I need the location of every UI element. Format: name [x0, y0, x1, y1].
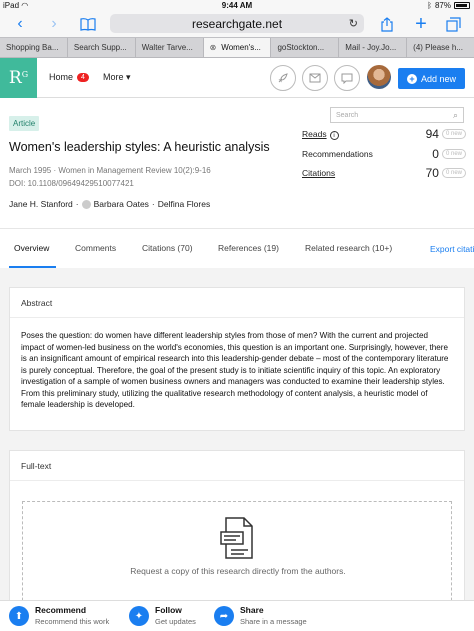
- battery-status: ᛒ 87%: [427, 1, 470, 10]
- back-button[interactable]: ‹: [10, 14, 30, 34]
- stat-citations: Citations 70 0 new: [302, 166, 466, 180]
- author-link[interactable]: Delfina Flores: [158, 199, 210, 209]
- page-tabs: Overview Comments Citations (70) Referen…: [0, 228, 474, 268]
- plus-icon: +: [406, 73, 417, 84]
- search-icon[interactable]: ⌕: [453, 110, 458, 121]
- info-icon[interactable]: i: [329, 130, 339, 140]
- article-meta: March 1995 · Women in Management Review …: [9, 164, 211, 190]
- site-header: RG Home 4 More ▾ + Add new: [0, 58, 474, 98]
- new-tab-icon[interactable]: +: [411, 13, 431, 35]
- add-new-button[interactable]: + Add new: [398, 68, 465, 89]
- author-list: Jane H. Stanford · Barbara Oates · Delfi…: [9, 199, 211, 209]
- clock: 9:44 AM: [221, 1, 253, 10]
- thumbs-up-icon: ⬆: [9, 606, 29, 626]
- stat-recommendations: Recommendations 0 0 new: [302, 147, 466, 161]
- nav-home[interactable]: Home 4: [49, 72, 89, 82]
- browser-tab[interactable]: (4) Please h...: [407, 38, 474, 57]
- document-request-icon: [220, 517, 253, 559]
- address-bar[interactable]: researchgate.net ↻: [110, 14, 364, 33]
- browser-tab[interactable]: Shopping Ba...: [0, 38, 68, 57]
- chevron-down-icon: ▾: [126, 72, 131, 82]
- close-tab-icon[interactable]: ⊗: [210, 43, 217, 52]
- battery-icon: [454, 2, 470, 9]
- browser-tab[interactable]: goStockton...: [271, 38, 340, 57]
- abstract-heading: Abstract: [10, 288, 464, 318]
- messages-icon[interactable]: [302, 65, 328, 91]
- bluetooth-icon: ᛒ: [427, 1, 432, 10]
- bookmarks-icon[interactable]: [78, 14, 98, 34]
- active-tab-indicator: [9, 266, 56, 268]
- nav-more[interactable]: More ▾: [103, 72, 131, 83]
- share-button[interactable]: ➦ Share Share in a message: [214, 605, 307, 626]
- tabs-overview-icon[interactable]: [443, 14, 463, 34]
- author-link[interactable]: Jane H. Stanford: [9, 199, 73, 209]
- browser-tab[interactable]: Walter Tarve...: [136, 38, 204, 57]
- bottom-action-bar: ⬆ Recommend Recommend this work ✦ Follow G…: [0, 600, 474, 631]
- rocket-icon[interactable]: [270, 65, 296, 91]
- url-text: researchgate.net: [191, 16, 283, 31]
- browser-tab[interactable]: Search Supp...: [68, 38, 136, 57]
- browser-toolbar: ‹ › researchgate.net ↻ +: [0, 11, 474, 37]
- tab-citations[interactable]: Citations (70): [142, 243, 193, 253]
- status-bar: iPad ◠ 9:44 AM ᛒ 87%: [0, 0, 474, 11]
- battery-percent: 87%: [434, 1, 451, 10]
- share-icon[interactable]: [377, 14, 397, 34]
- researchgate-logo[interactable]: RG: [0, 58, 37, 98]
- notification-badge: 4: [77, 72, 89, 82]
- new-count-badge: 0 new: [441, 168, 466, 178]
- follow-button[interactable]: ✦ Follow Get updates: [129, 605, 196, 626]
- new-count-badge: 0 new: [441, 129, 466, 139]
- chat-icon[interactable]: [334, 65, 360, 91]
- recommend-button[interactable]: ⬆ Recommend Recommend this work: [9, 605, 109, 626]
- forward-button[interactable]: ›: [44, 14, 64, 34]
- tab-related-research[interactable]: Related research (10+): [305, 243, 392, 253]
- share-arrow-icon: ➦: [214, 606, 234, 626]
- author-link[interactable]: Barbara Oates: [94, 199, 149, 209]
- browser-tab-active[interactable]: ⊗ Women's...: [203, 38, 272, 57]
- stat-reads: Reads i 94 0 new: [302, 127, 466, 141]
- article-type-badge: Article: [9, 116, 40, 131]
- tab-references[interactable]: References (19): [218, 243, 279, 253]
- browser-tabs: Shopping Ba... Search Supp... Walter Tar…: [0, 37, 474, 58]
- reload-icon[interactable]: ↻: [349, 17, 358, 30]
- abstract-text: Poses the question: do women have differ…: [21, 331, 449, 409]
- tab-comments[interactable]: Comments: [75, 243, 116, 253]
- fulltext-card: Full-text Request a copy of this researc…: [9, 450, 465, 621]
- tab-overview[interactable]: Overview: [14, 243, 49, 253]
- search-input[interactable]: Search ⌕: [330, 107, 464, 123]
- request-copy-text: Request a copy of this research directly…: [130, 566, 346, 576]
- abstract-card: Abstract Poses the question: do women ha…: [9, 287, 465, 431]
- avatar[interactable]: [367, 65, 391, 89]
- author-avatar: [81, 199, 91, 209]
- export-citation-link[interactable]: Export citati: [430, 244, 474, 254]
- fulltext-heading: Full-text: [10, 451, 464, 481]
- publication-info: March 1995 · Women in Management Review …: [9, 166, 211, 175]
- browser-tab[interactable]: Mail - Joy.Jo...: [339, 38, 408, 57]
- follow-icon: ✦: [129, 606, 149, 626]
- doi[interactable]: DOI: 10.1108/09649429510077421: [9, 177, 211, 190]
- page-title: Women's leadership styles: A heuristic a…: [9, 140, 270, 154]
- new-count-badge: 0 new: [441, 149, 466, 159]
